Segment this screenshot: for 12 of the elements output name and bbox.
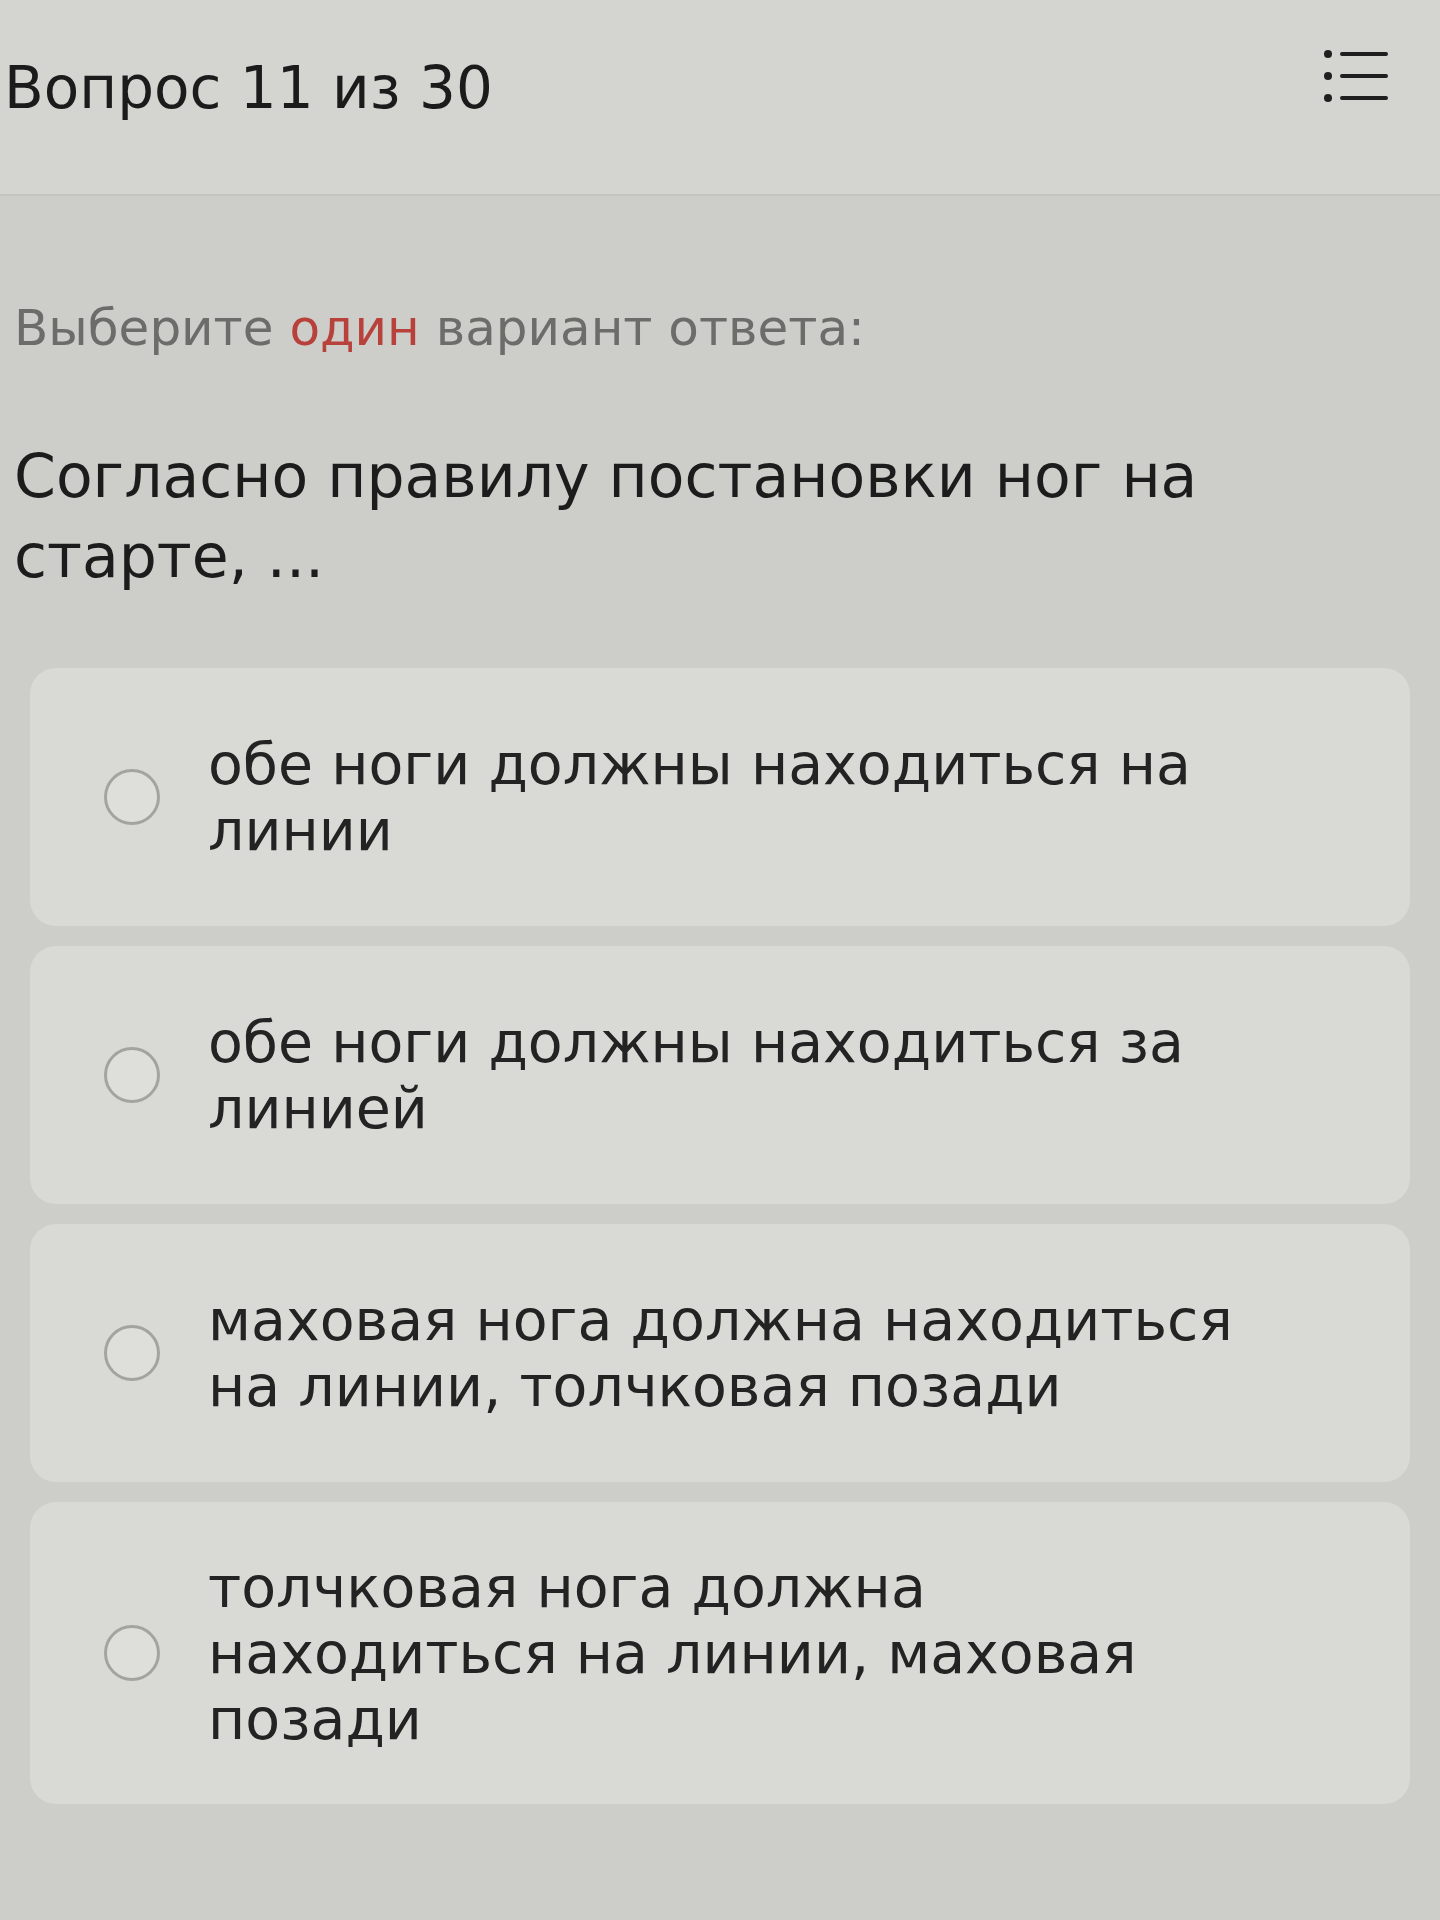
answer-option[interactable]: обе ноги должны находиться на линии	[30, 668, 1410, 926]
answer-option[interactable]: маховая нога должна находиться на линии, толчковая позади	[30, 1224, 1410, 1482]
question-text: Согласно правилу постановки ног на старте, ...	[14, 440, 1199, 593]
answer-option[interactable]: обе ноги должны находиться за линией	[30, 946, 1410, 1204]
radio-button[interactable]	[104, 1325, 160, 1381]
list-menu-icon	[1324, 48, 1388, 104]
radio-button[interactable]	[104, 1047, 160, 1103]
radio-button[interactable]	[104, 1625, 160, 1681]
radio-button[interactable]	[104, 769, 160, 825]
question-counter: Вопрос 11 из 30	[4, 53, 493, 124]
answer-option[interactable]: толчковая нога должна находиться на линии, маховая позади	[30, 1502, 1410, 1804]
instruction-text: Выберите один вариант ответа:	[14, 298, 866, 359]
